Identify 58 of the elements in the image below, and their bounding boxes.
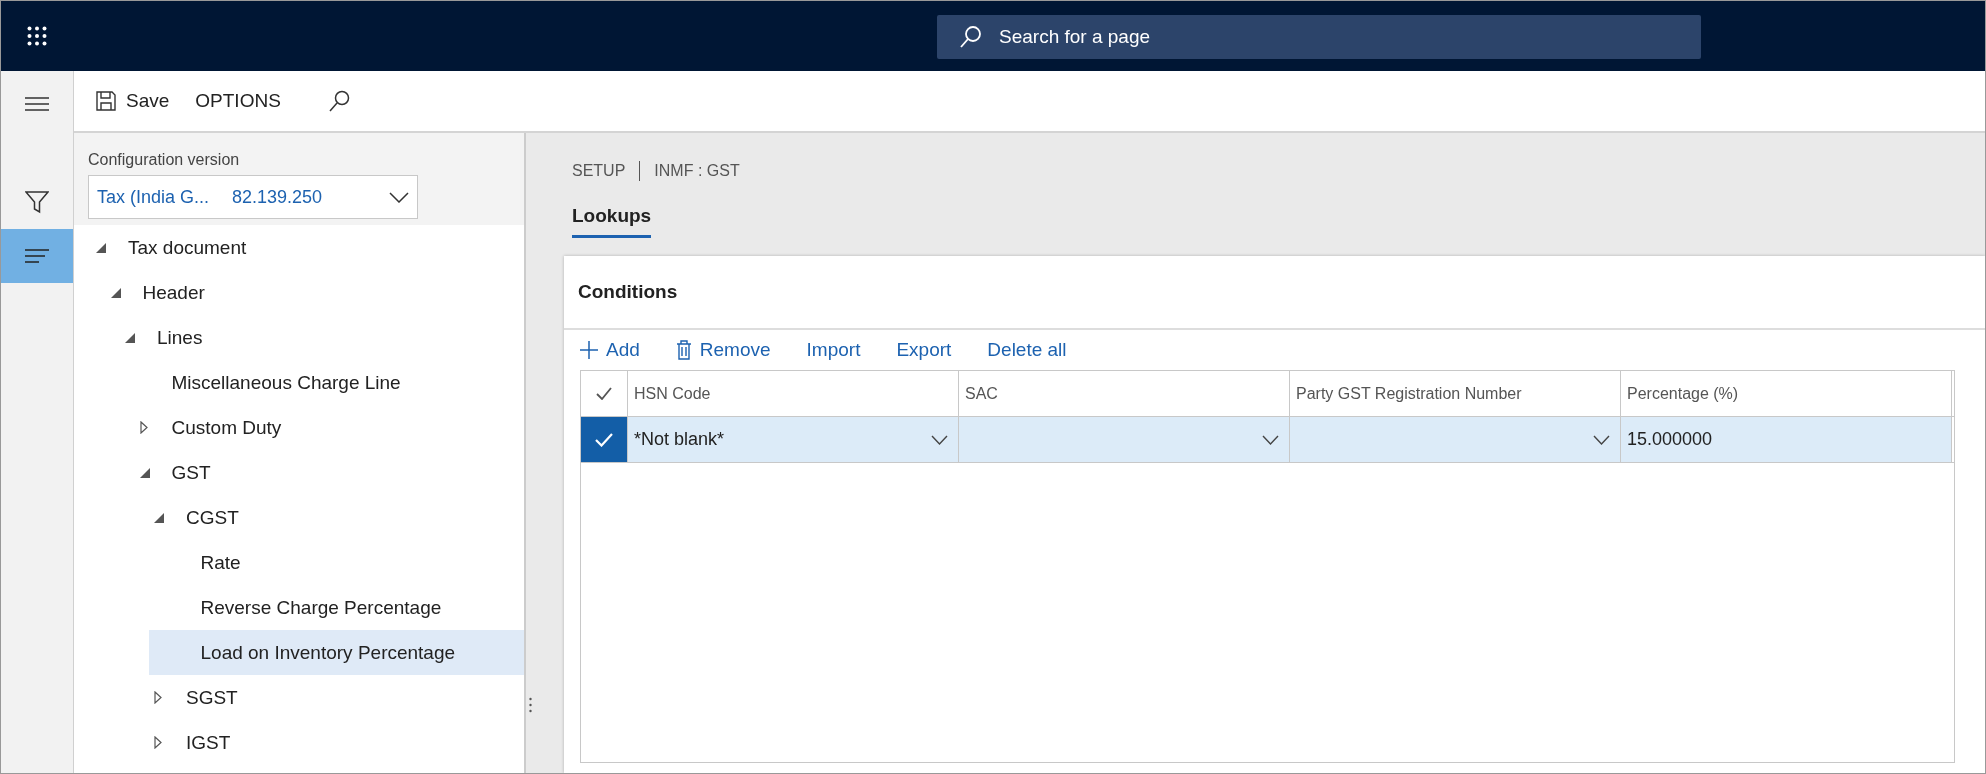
tree-item[interactable]: SGST xyxy=(134,675,524,720)
tree-item[interactable]: GST xyxy=(119,450,524,495)
app-launcher-icon[interactable] xyxy=(27,26,47,46)
tree-item[interactable]: CGST xyxy=(134,495,524,540)
search-field[interactable]: Search for a page xyxy=(997,25,1701,49)
chevron-down-icon xyxy=(1262,434,1279,445)
column-header[interactable]: Percentage (%) xyxy=(1621,371,1952,416)
menu-icon xyxy=(25,97,49,111)
remove-button[interactable]: Remove xyxy=(667,335,779,365)
field-label: Configuration version xyxy=(88,151,241,169)
column-header[interactable]: SAC xyxy=(959,371,1290,416)
save-icon xyxy=(96,91,116,111)
collapsed-triangle-icon xyxy=(139,421,148,434)
search-icon xyxy=(959,25,983,49)
check-icon xyxy=(596,387,612,400)
expanded-triangle-icon xyxy=(154,512,164,523)
version-dropdown[interactable]: Tax (India G... 82.139.250 xyxy=(88,175,418,219)
collapsed-triangle-icon xyxy=(154,691,162,704)
section-title: Conditions xyxy=(578,281,678,303)
column-header[interactable]: HSN Code xyxy=(628,371,959,416)
tree-item[interactable]: Reverse Charge Percentage xyxy=(148,585,524,630)
tree-item[interactable]: Load on Inventory Percentage xyxy=(148,630,524,675)
lookup-field[interactable]: *Not blank* xyxy=(628,417,959,462)
add-button[interactable]: Add xyxy=(572,335,648,365)
tree-item[interactable]: Lines xyxy=(105,315,524,360)
expanded-triangle-icon xyxy=(96,242,106,253)
tab[interactable]: Lookups xyxy=(572,205,652,238)
check-icon xyxy=(595,432,613,447)
search-icon xyxy=(326,89,351,113)
list-icon xyxy=(25,249,49,263)
column-header[interactable]: Party GST Registration Number xyxy=(1290,371,1621,416)
breadcrumb-item[interactable]: SETUP xyxy=(572,162,626,180)
tree-item[interactable]: Header xyxy=(90,270,524,315)
action-button[interactable]: Delete all xyxy=(979,335,1075,365)
tree-item[interactable]: Tax document xyxy=(76,225,524,270)
options-button[interactable]: OPTIONS xyxy=(187,84,289,118)
expanded-triangle-icon xyxy=(139,467,150,478)
row-checkbox[interactable] xyxy=(581,417,628,462)
tree-item[interactable]: IGST xyxy=(134,720,524,765)
chevron-down-icon xyxy=(389,191,409,203)
trash-icon xyxy=(675,340,692,360)
search-box[interactable]: Search for a page xyxy=(937,15,1701,59)
chevron-down-icon xyxy=(931,434,948,445)
splitter-handle-icon[interactable] xyxy=(528,697,532,713)
tree-item[interactable]: Rate xyxy=(148,540,524,585)
expanded-triangle-icon xyxy=(110,287,121,298)
list-rail-button[interactable] xyxy=(1,229,73,283)
plus-icon xyxy=(580,341,598,359)
action-button[interactable]: Import xyxy=(798,335,869,365)
expanded-triangle-icon xyxy=(125,332,135,343)
tree-item[interactable]: Miscellaneous Charge Line xyxy=(119,360,524,405)
action-button[interactable]: Export xyxy=(888,335,960,365)
filter-icon xyxy=(25,190,49,214)
collapsed-triangle-icon xyxy=(154,736,162,749)
save-button[interactable]: Save xyxy=(88,84,178,118)
breadcrumb-item[interactable]: INMF : GST xyxy=(654,162,740,180)
tree-item[interactable]: Custom Duty xyxy=(119,405,524,450)
chevron-down-icon xyxy=(1593,434,1610,445)
